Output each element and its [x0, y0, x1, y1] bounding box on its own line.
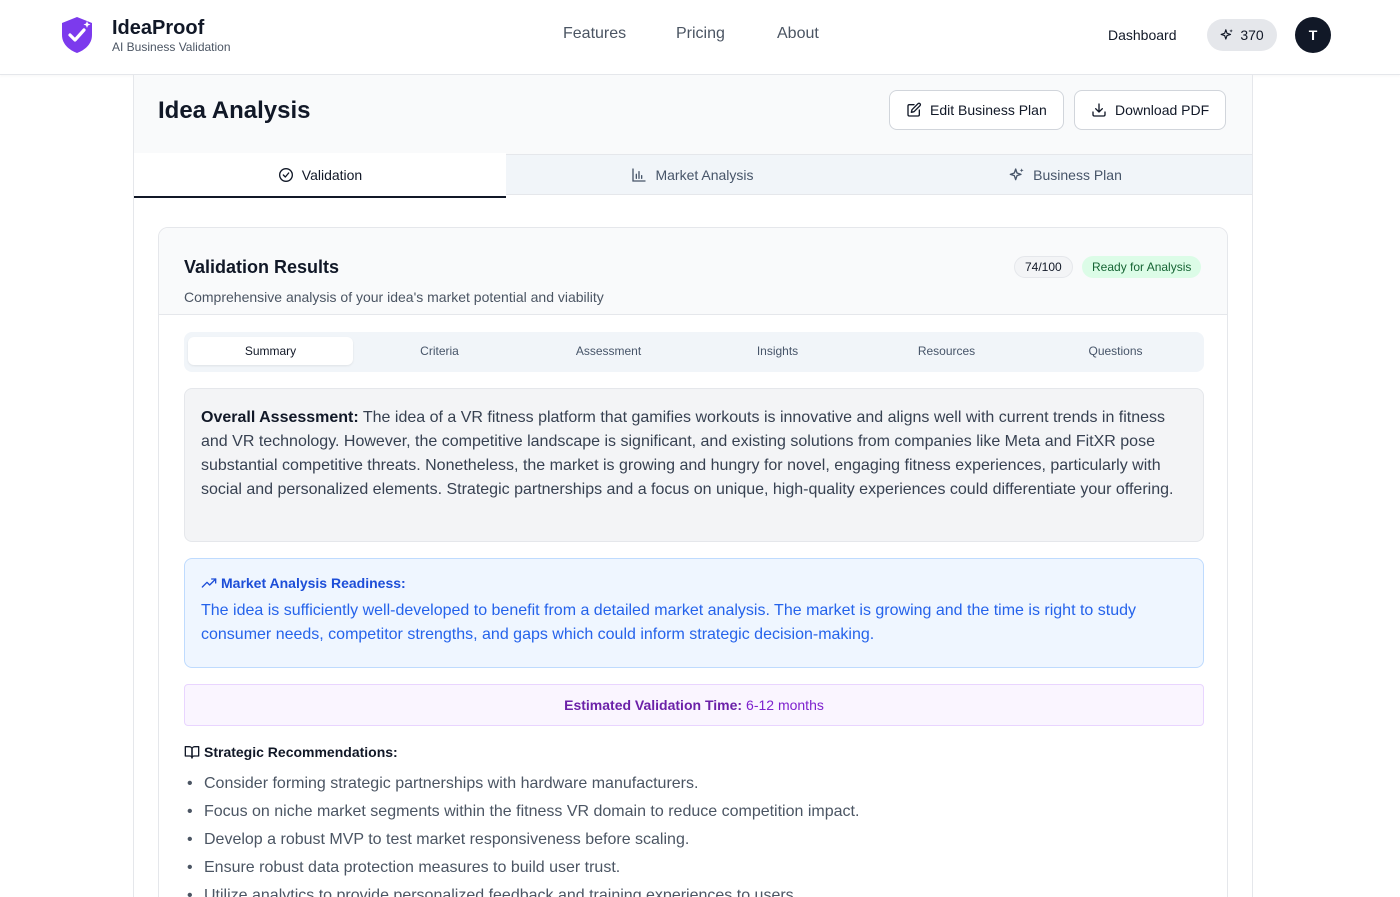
recommendations-heading: Strategic Recommendations:	[184, 744, 398, 760]
edit-button-label: Edit Business Plan	[930, 102, 1047, 118]
tab-business-plan-label: Business Plan	[1033, 167, 1122, 183]
brand-name[interactable]: IdeaProof	[112, 17, 204, 40]
subtab-questions[interactable]: Questions	[1033, 337, 1198, 365]
credits-count: 370	[1240, 27, 1264, 43]
list-item: Focus on niche market segments within th…	[184, 798, 1204, 826]
analysis-panel: Idea Analysis Edit Business Plan Downloa…	[133, 75, 1253, 897]
subtab-criteria[interactable]: Criteria	[357, 337, 522, 365]
recommendations-list: Consider forming strategic partnerships …	[184, 770, 1204, 897]
overall-assessment-label: Overall Assessment:	[201, 409, 359, 426]
tab-validation-label: Validation	[301, 166, 363, 183]
sparkles-icon	[1220, 29, 1234, 40]
download-icon	[1092, 103, 1106, 117]
bar-chart-icon	[632, 168, 647, 182]
subtab-summary[interactable]: Summary	[188, 337, 353, 365]
check-circle-icon	[278, 167, 293, 182]
recommendations-title: Strategic Recommendations:	[204, 744, 398, 760]
tab-market-analysis[interactable]: Market Analysis	[506, 155, 879, 195]
overall-assessment-box: Overall Assessment: The idea of a VR fit…	[184, 388, 1204, 542]
list-item: Ensure robust data protection measures t…	[184, 854, 1204, 882]
status-badge: Ready for Analysis	[1082, 256, 1202, 278]
sparkles-icon	[1009, 168, 1024, 181]
readiness-title: Market Analysis Readiness:	[221, 575, 406, 591]
credits-badge[interactable]: 370	[1207, 19, 1277, 51]
subtab-resources[interactable]: Resources	[864, 337, 1029, 365]
edit-icon	[907, 102, 922, 117]
validation-time-label: Estimated Validation Time:	[564, 697, 743, 713]
card-title: Validation Results	[184, 257, 340, 277]
subtab-insights[interactable]: Insights	[695, 337, 860, 365]
score-badge: 74/100	[1014, 256, 1073, 278]
download-button-label: Download PDF	[1115, 102, 1210, 118]
card-header: Validation Results Comprehensive analysi…	[159, 228, 1227, 315]
nav-pricing-link[interactable]: Pricing	[676, 25, 725, 43]
list-item: Utilize analytics to provide personalize…	[184, 882, 1204, 897]
nav-about-link[interactable]: About	[777, 25, 819, 43]
book-open-icon	[184, 746, 200, 759]
top-navbar: IdeaProof AI Business Validation Feature…	[0, 0, 1400, 75]
user-avatar[interactable]: T	[1295, 17, 1331, 53]
tab-market-analysis-label: Market Analysis	[655, 167, 754, 183]
subtab-assessment[interactable]: Assessment	[526, 337, 691, 365]
analysis-tabs: Validation Market Analysis Business Plan	[134, 153, 1252, 198]
validation-time-box: Estimated Validation Time: 6-12 months	[184, 684, 1204, 726]
list-item: Develop a robust MVP to test market resp…	[184, 826, 1204, 854]
nav-features-link[interactable]: Features	[563, 25, 626, 43]
readiness-heading: Market Analysis Readiness:	[201, 575, 1187, 591]
shield-check-logo-icon[interactable]	[60, 16, 94, 54]
list-item: Consider forming strategic partnerships …	[184, 770, 1204, 798]
validation-subtabs: Summary Criteria Assessment Insights Res…	[184, 332, 1204, 372]
edit-business-plan-button[interactable]: Edit Business Plan	[889, 90, 1064, 130]
validation-time-value: 6-12 months	[746, 697, 824, 713]
trending-up-icon	[201, 578, 217, 588]
download-pdf-button[interactable]: Download PDF	[1074, 90, 1227, 130]
validation-results-card: Validation Results Comprehensive analysi…	[158, 227, 1228, 897]
panel-header: Idea Analysis Edit Business Plan Downloa…	[134, 75, 1252, 155]
market-readiness-box: Market Analysis Readiness: The idea is s…	[184, 558, 1204, 668]
page-title: Idea Analysis	[158, 97, 311, 124]
brand-tagline: AI Business Validation	[112, 40, 231, 54]
tab-validation[interactable]: Validation	[134, 153, 506, 198]
tab-business-plan[interactable]: Business Plan	[879, 155, 1252, 195]
dashboard-link[interactable]: Dashboard	[1108, 27, 1177, 43]
readiness-text: The idea is sufficiently well-developed …	[201, 602, 1136, 643]
card-subtitle: Comprehensive analysis of your idea's ma…	[184, 289, 604, 305]
